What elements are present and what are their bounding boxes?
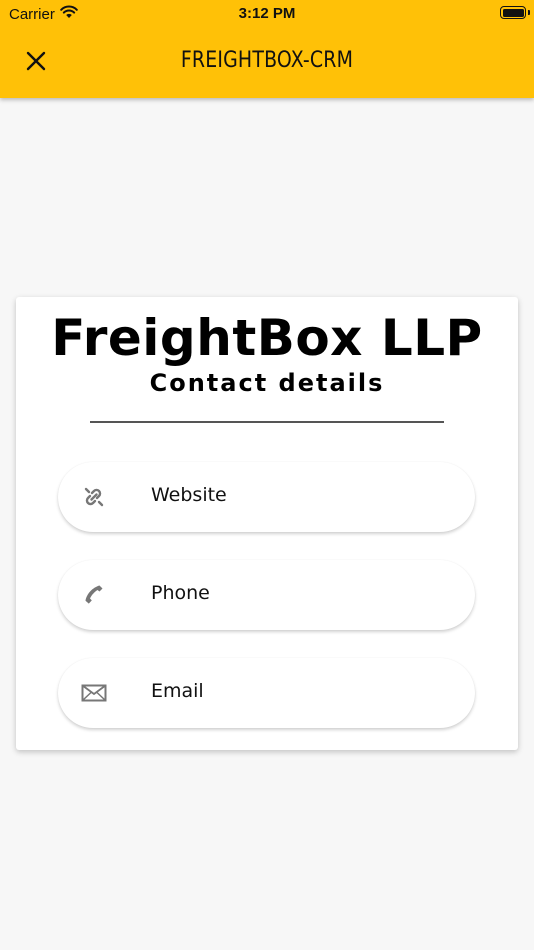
section-title: Contact details (149, 369, 385, 397)
status-bar: Carrier 3:12 PM (0, 0, 534, 28)
battery-icon (500, 6, 526, 19)
link-icon (81, 484, 107, 510)
battery-cap (528, 10, 530, 15)
status-time: 3:12 PM (238, 5, 296, 22)
phone-button[interactable]: Phone (58, 560, 475, 630)
mail-icon (81, 680, 107, 706)
toolbar: FREIGHTBOX-CRM (0, 28, 534, 98)
website-label: Website (151, 484, 227, 506)
contact-card: FreightBox LLP Contact details Website P… (16, 297, 518, 750)
email-button[interactable]: Email (58, 658, 475, 728)
company-name: FreightBox LLP (51, 309, 483, 367)
phone-label: Phone (151, 582, 210, 604)
email-label: Email (151, 680, 204, 702)
app-header: Carrier 3:12 PM FREIGHTBOX-CRM (0, 0, 534, 98)
website-button[interactable]: Website (58, 462, 475, 532)
phone-icon (81, 582, 107, 608)
app-title: FREIGHTBOX-CRM (180, 48, 354, 73)
divider (90, 421, 444, 423)
